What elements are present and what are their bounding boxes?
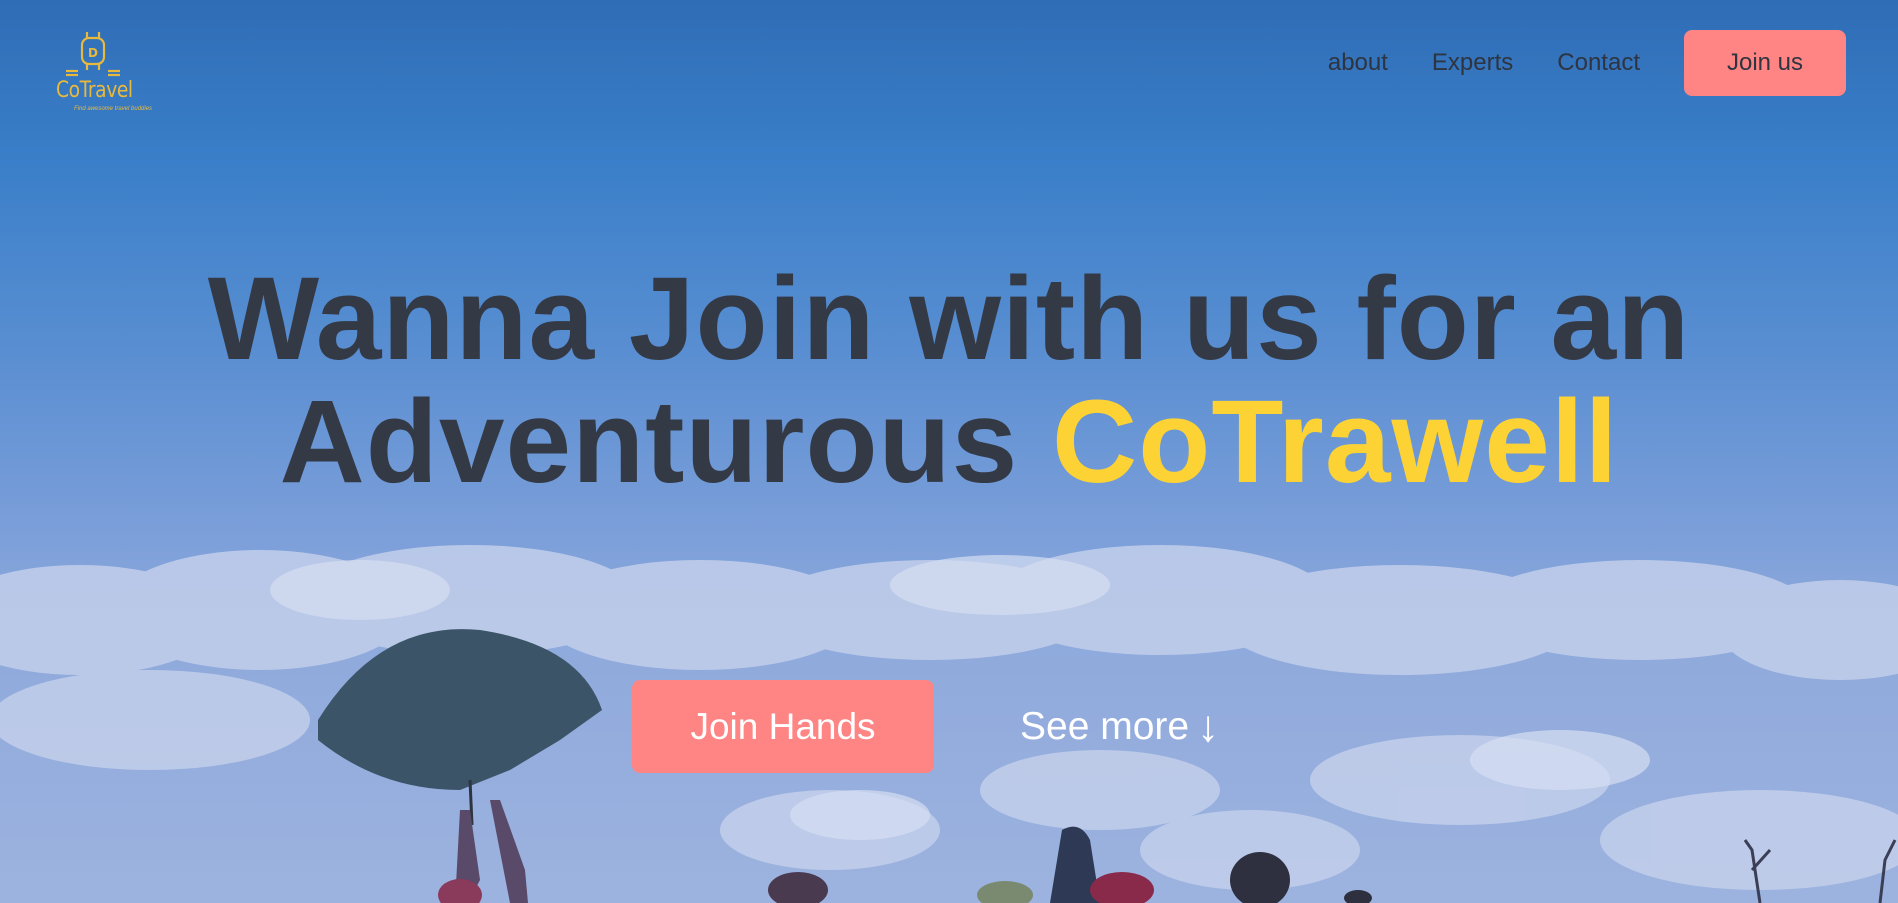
headline-accent: CoTrawell [1052,376,1619,508]
nav-link-about[interactable]: about [1328,49,1388,77]
hero-actions: Join Hands See more ↓ [632,680,1219,773]
svg-text:D: D [88,46,98,60]
arrow-down-icon: ↓ [1197,701,1220,751]
nav-link-experts[interactable]: Experts [1432,49,1513,77]
nav-link-contact[interactable]: Contact [1557,49,1640,77]
top-nav: about Experts Contact Join us [1328,30,1846,96]
hero-section: D CoTravel Find awesome travel buddies a… [0,0,1898,903]
join-us-button[interactable]: Join us [1684,30,1846,96]
see-more-link[interactable]: See more ↓ [1020,702,1219,752]
headline-line-2: Adventurous [279,376,1053,508]
brand-tagline: Find awesome travel buddies [74,106,153,112]
brand-logo-icon[interactable]: D [52,28,148,118]
see-more-label: See more [1020,704,1190,748]
hero-headline: Wanna Join with us for an Adventurous Co… [0,258,1898,504]
join-hands-button[interactable]: Join Hands [632,680,934,773]
headline-line-1: Wanna Join with us for an [207,253,1691,385]
brand-name: CoTravel [56,78,133,103]
